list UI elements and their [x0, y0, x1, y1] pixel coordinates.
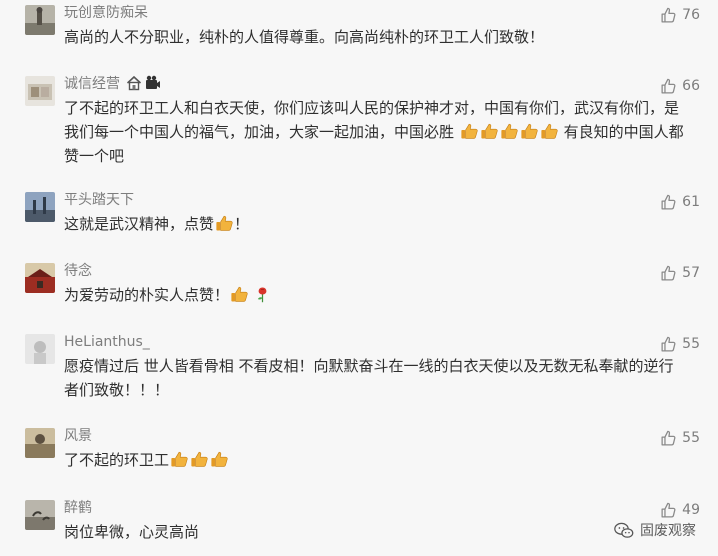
like-count: 61: [682, 194, 700, 210]
thumbs-up-emoji-icon: [231, 286, 248, 302]
comment-text: 高尚的人不分职业，纯朴的人值得尊重。向高尚纯朴的环卫工人们致敬！: [64, 28, 545, 46]
comment-text: 岗位卑微，心灵高尚: [64, 523, 200, 541]
camera-icon: [145, 75, 161, 96]
thumbs-up-emoji-icon: [211, 451, 228, 467]
avatar[interactable]: [25, 428, 55, 458]
avatar[interactable]: [25, 263, 55, 293]
thumbs-up-icon: [661, 265, 676, 281]
like-button[interactable]: 49: [660, 500, 700, 520]
username[interactable]: 玩创意防痴呆: [64, 4, 148, 22]
avatar[interactable]: [25, 500, 55, 530]
thumbs-up-icon: [661, 336, 676, 352]
username[interactable]: HeLianthus_: [64, 333, 150, 351]
comment-text: 愿疫情过后 世人皆看骨相 不看皮相！向默默奋斗在一线的白衣天使以及无数无私奉献的…: [64, 357, 674, 399]
wechat-logo-icon: [614, 522, 634, 538]
like-count: 55: [682, 336, 700, 352]
avatar[interactable]: [25, 76, 55, 106]
username[interactable]: 待念: [64, 262, 92, 280]
thumbs-up-icon: [661, 7, 676, 23]
avatar[interactable]: [25, 5, 55, 35]
thumbs-up-emoji-icon: [191, 451, 208, 467]
like-button[interactable]: 61: [660, 192, 700, 212]
thumbs-up-emoji-group: [454, 123, 564, 141]
watermark: 固废观察: [614, 520, 696, 540]
username[interactable]: 平头踏天下: [64, 191, 134, 209]
comment-text: 了不起的环卫工: [64, 448, 688, 472]
avatar[interactable]: [25, 334, 55, 364]
username[interactable]: 风景: [64, 427, 92, 445]
like-count: 66: [682, 78, 700, 94]
thumbs-up-emoji-icon: [216, 215, 233, 231]
thumbs-up-emoji-icon: [501, 123, 518, 139]
thumbs-up-icon: [661, 502, 676, 518]
comment-text: 这就是武汉精神，点赞！: [64, 215, 250, 233]
comment-text: 为爱劳动的朴实人点赞！: [64, 283, 688, 307]
thumbs-up-icon: [661, 78, 676, 94]
like-button[interactable]: 76: [660, 5, 700, 25]
username[interactable]: 醉鹤: [64, 499, 92, 517]
thumbs-up-emoji-icon: [461, 123, 478, 139]
like-count: 76: [682, 7, 700, 23]
thumbs-up-emoji-icon: [481, 123, 498, 139]
avatar[interactable]: [25, 192, 55, 222]
username[interactable]: 诚信经营: [64, 75, 161, 96]
thumbs-up-icon: [661, 194, 676, 210]
rose-emoji-icon: [257, 287, 267, 303]
watermark-text: 固废观察: [640, 523, 696, 539]
like-count: 49: [682, 502, 700, 518]
like-button[interactable]: 55: [660, 428, 700, 448]
thumbs-up-emoji-icon: [171, 451, 188, 467]
like-button[interactable]: 55: [660, 334, 700, 354]
like-count: 57: [682, 265, 700, 281]
like-button[interactable]: 57: [660, 263, 700, 283]
thumbs-up-emoji-icon: [521, 123, 538, 139]
like-count: 55: [682, 430, 700, 446]
thumbs-up-emoji-icon: [541, 123, 558, 139]
house-icon: [126, 75, 142, 96]
like-button[interactable]: 66: [660, 76, 700, 96]
comment-text: 了不起的环卫工人和白衣天使，你们应该叫人民的保护神才对，中国有你们，武汉有你们，…: [64, 99, 684, 165]
thumbs-up-icon: [661, 430, 676, 446]
